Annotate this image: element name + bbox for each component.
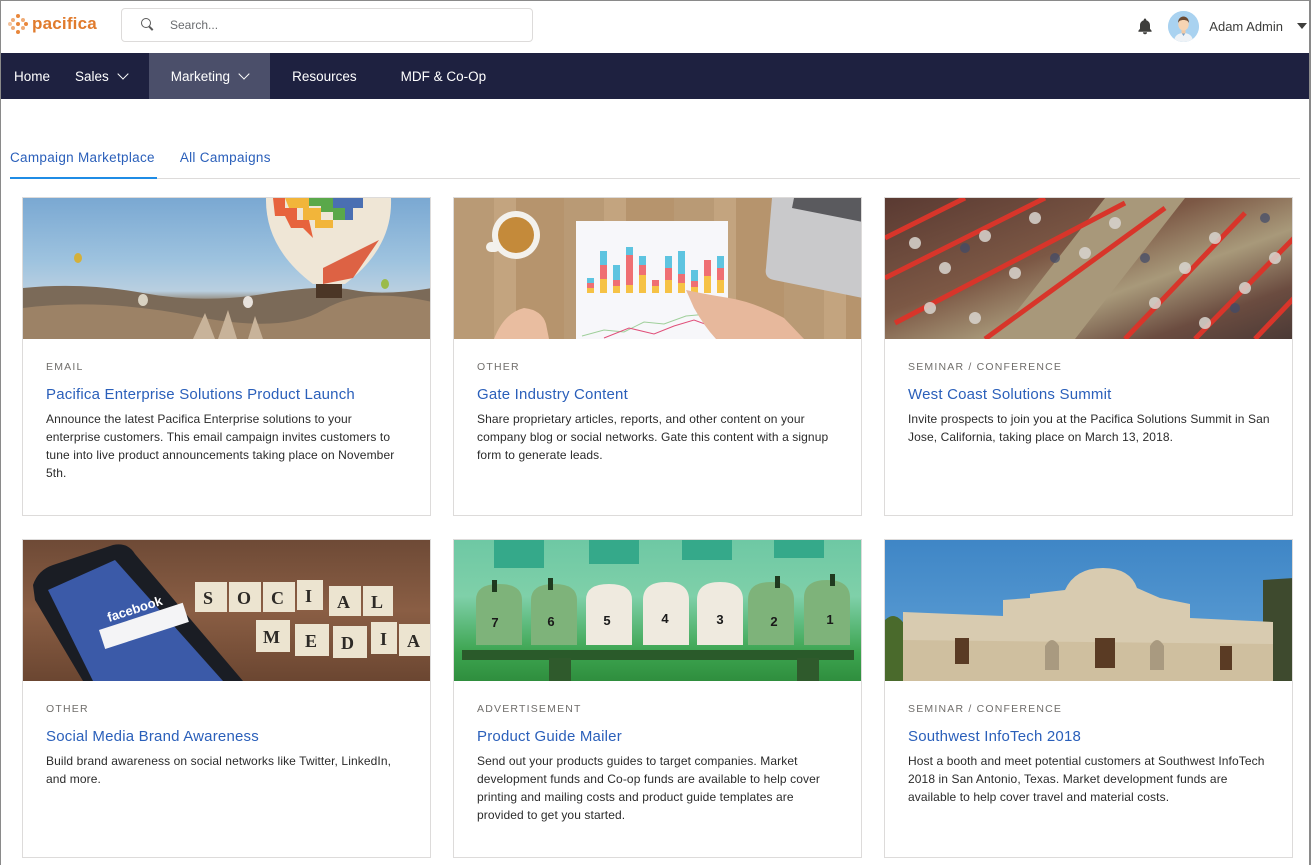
tile-letter: M [263,627,280,647]
campaign-card[interactable]: 7 6 5 4 3 2 1 Advertisement Product Guid… [453,539,862,858]
card-type: Advertisement [477,703,582,715]
tile-letter: E [305,631,317,651]
card-description: Announce the latest Pacifica Enterprise … [46,412,395,480]
nav-label: Resources [292,68,357,84]
logo-mark-icon [8,14,28,34]
nav-resources[interactable]: Resources [270,53,379,99]
card-title-link[interactable]: West Coast Solutions Summit [908,386,1270,403]
campaign-card[interactable]: Other Gate Industry Content Share propri… [453,197,862,516]
tiles-row-1: S OC I A L [195,580,393,616]
main-nav: Home Sales Marketing Resources MDF & Co-… [1,53,1309,99]
caret-down-icon[interactable] [1297,23,1307,29]
card-body: Other Gate Industry Content Share propri… [454,339,861,464]
card-title-link[interactable]: Gate Industry Content [477,386,839,403]
tile-letter: A [337,592,350,612]
card-type: Seminar / Conference [908,703,1063,715]
nav-label: Home [14,68,51,84]
card-body: Seminar / Conference Southwest InfoTech … [885,681,1292,806]
card-type: Other [477,361,520,373]
chevron-down-icon [117,68,129,80]
nav-marketing[interactable]: Marketing [148,53,271,99]
campaign-card[interactable]: Seminar / Conference Southwest InfoTech … [884,539,1293,858]
top-header: pacifica Adam Admin [1,1,1309,53]
logo-text: pacifica [32,14,97,33]
tile-letter: O [237,588,251,608]
nav-label: Marketing [170,68,231,84]
card-title-link[interactable]: Pacifica Enterprise Solutions Product La… [46,386,408,403]
tile-letter: A [407,631,420,651]
user-area: Adam Admin [1136,10,1309,42]
card-image-mailboxes: 7 6 5 4 3 2 1 [454,540,861,681]
card-body: Other Social Media Brand Awareness Build… [23,681,430,788]
nav-sales[interactable]: Sales [73,53,149,99]
card-description: Host a booth and meet potential customer… [908,754,1265,804]
nav-mdf[interactable]: MDF & Co-Op [379,53,509,99]
tile-letter: S [203,588,213,608]
campaign-tabs: Campaign Marketplace All Campaigns [10,147,1300,179]
campaign-card[interactable]: facebook SOCIAL MEDIA Other Social Media… [22,539,431,858]
tile-letter: I [380,629,387,649]
search-icon [140,17,156,33]
mailbox-number: 3 [716,612,723,627]
card-description: Invite prospects to join you at the Paci… [908,412,1270,444]
nav-home[interactable]: Home [1,53,73,99]
card-image-hot-air-balloons [23,198,430,339]
card-image-alamo-building [885,540,1292,681]
card-image-chart-on-desk [454,198,861,339]
tile-letter: C [271,588,284,608]
tile-letter: L [371,592,383,612]
card-title-link[interactable]: Southwest InfoTech 2018 [908,728,1270,745]
card-description: Send out your products guides to target … [477,754,820,822]
tile-letter: D [341,633,354,653]
campaign-card[interactable]: Seminar / Conference West Coast Solution… [884,197,1293,516]
mailbox-number: 2 [770,614,777,629]
pacifica-logo[interactable]: pacifica [8,14,97,34]
card-body: Seminar / Conference West Coast Solution… [885,339,1292,446]
global-search[interactable] [121,8,533,42]
tile-letter: I [305,586,312,606]
search-input[interactable] [170,18,510,32]
card-body: Advertisement Product Guide Mailer Send … [454,681,861,824]
mailbox-number: 4 [661,611,669,626]
card-image-social-media-tiles: facebook SOCIAL MEDIA [23,540,430,681]
nav-label: Sales [75,68,109,84]
card-body: Email Pacifica Enterprise Solutions Prod… [23,339,430,482]
tab-all-campaigns[interactable]: All Campaigns [180,147,271,179]
card-type: Email [46,361,84,373]
chevron-down-icon [238,68,250,80]
user-avatar[interactable] [1168,10,1200,42]
card-type: Other [46,703,89,715]
user-name[interactable]: Adam Admin [1209,19,1283,34]
tiles-row-2: M E D IA [256,620,430,658]
mailbox-number: 5 [603,613,610,628]
card-image-conference-audience [885,198,1292,339]
card-title-link[interactable]: Social Media Brand Awareness [46,728,408,745]
mailbox-number: 7 [491,615,498,630]
campaign-grid: Email Pacifica Enterprise Solutions Prod… [22,197,1293,858]
bell-icon[interactable] [1136,17,1154,35]
card-type: Seminar / Conference [908,361,1063,373]
nav-label: MDF & Co-Op [400,68,487,84]
mailbox-number: 1 [826,612,833,627]
campaign-card[interactable]: Email Pacifica Enterprise Solutions Prod… [22,197,431,516]
card-description: Build brand awareness on social networks… [46,754,392,786]
mailbox-number: 6 [547,614,554,629]
tab-campaign-marketplace[interactable]: Campaign Marketplace [10,147,157,179]
card-description: Share proprietary articles, reports, and… [477,412,829,462]
card-title-link[interactable]: Product Guide Mailer [477,728,839,745]
